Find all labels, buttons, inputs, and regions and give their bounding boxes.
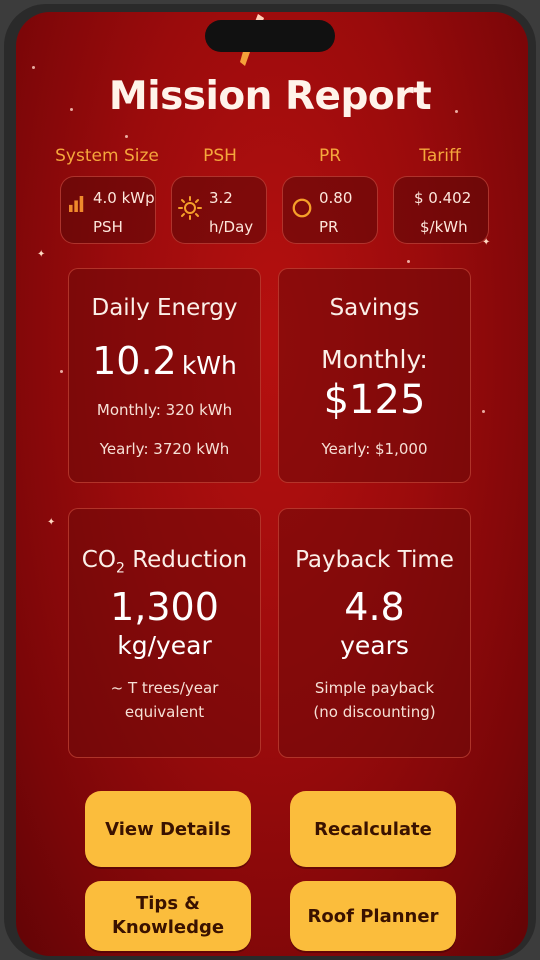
payback-value: 4.8 (344, 585, 405, 629)
view-details-button[interactable]: View Details (85, 791, 251, 867)
circle-icon (292, 198, 312, 218)
param-value: 3.2 (209, 189, 233, 207)
sparkle-icon: ✦ (37, 249, 46, 260)
param-unit: PSH (93, 218, 123, 236)
bar-chart-icon (69, 196, 84, 212)
payback-time-card: Payback Time 4.8 years Simple payback (n… (278, 508, 471, 758)
payback-unit: years (340, 631, 409, 660)
star-dot (482, 410, 485, 413)
param-chip-psh[interactable]: 3.2 h/Day (171, 176, 267, 244)
monthly-energy: Monthly: 320 kWh (96, 401, 233, 419)
savings-card: Savings Monthly: $125 Yearly: $1,000 (278, 268, 471, 483)
savings-value: $125 (323, 377, 426, 423)
param-value: 4.0 kWp (93, 189, 155, 207)
daily-energy-card: Daily Energy 10.2 kWh Monthly: 320 kWh Y… (68, 268, 261, 483)
co2-value: 1,300 (110, 585, 219, 629)
param-value: 0.80 (319, 189, 353, 207)
tips-knowledge-button[interactable]: Tips & Knowledge (85, 881, 251, 951)
param-label-tariff: Tariff (419, 146, 461, 166)
param-unit: $/kWh (420, 218, 468, 236)
payback-note: (no discounting) (313, 703, 436, 721)
value-number: 10.2 (92, 339, 177, 383)
star-dot (60, 370, 63, 373)
daily-energy-value: 10.2 kWh (69, 339, 260, 383)
co2-note: ~ T trees/year (110, 679, 219, 697)
recalculate-button[interactable]: Recalculate (290, 791, 456, 867)
card-title: CO2 Reduction (81, 547, 248, 577)
param-chip-pr[interactable]: 0.80 PR (282, 176, 378, 244)
co2-reduction-card: CO2 Reduction 1,300 kg/year ~ T trees/ye… (68, 508, 261, 758)
card-title: Payback Time (295, 547, 454, 573)
star-dot (32, 66, 35, 69)
param-chip-system-size[interactable]: 4.0 kWp PSH (60, 176, 156, 244)
roof-planner-button[interactable]: Roof Planner (290, 881, 456, 951)
param-label-psh: PSH (203, 146, 237, 166)
card-title: Daily Energy (91, 295, 238, 321)
button-label: Knowledge (111, 917, 225, 938)
param-label-pr: PR (318, 146, 342, 166)
star-dot (407, 260, 410, 263)
yearly-savings: Yearly: $1,000 (321, 440, 428, 458)
param-label-system-size: System Size (55, 146, 159, 166)
card-title: Savings (329, 295, 420, 321)
param-unit: PR (319, 218, 339, 236)
value-unit: kWh (181, 351, 237, 380)
co2-note: equivalent (124, 703, 205, 721)
page-title: Mission Report (108, 74, 432, 119)
savings-period-label: Monthly: (321, 345, 428, 374)
param-value: $ 0.402 (414, 189, 472, 207)
camera-notch (205, 20, 335, 52)
sparkle-icon: ✦ (47, 517, 56, 528)
payback-note: Simple payback (314, 679, 435, 697)
param-chip-tariff[interactable]: $ 0.402 $/kWh (393, 176, 489, 244)
yearly-energy: Yearly: 3720 kWh (99, 440, 230, 458)
sun-icon (178, 196, 202, 220)
button-label: Tips & (135, 893, 200, 914)
star-dot (125, 135, 128, 138)
param-unit: h/Day (209, 218, 254, 236)
co2-unit: kg/year (117, 631, 212, 660)
